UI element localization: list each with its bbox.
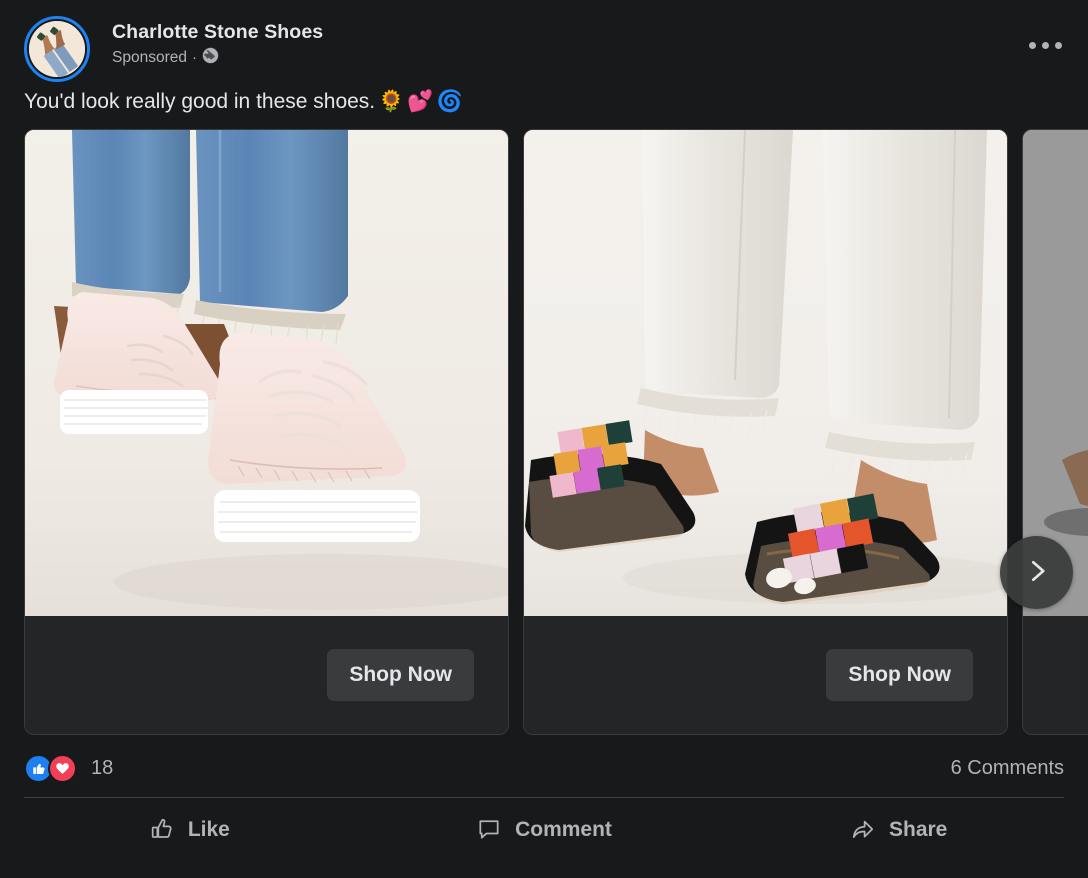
pink-sneakers-photo-icon [25,130,508,616]
like-label: Like [187,818,230,841]
comments-count[interactable]: 6 Comments [951,756,1064,780]
post-header: Charlotte Stone Shoes Sponsored · [0,0,1088,82]
weave-strap-back [549,420,633,498]
carousel-card[interactable]: Shop Now [523,129,1008,735]
like-button[interactable]: Like [12,798,367,862]
comment-button[interactable]: Comment [367,798,722,862]
avatar-image [29,21,85,77]
share-button[interactable]: Share [721,798,1076,862]
header-text-block: Charlotte Stone Shoes Sponsored · [112,18,323,69]
ad-carousel: Shop Now Shop Now [0,129,1088,735]
thumbs-up-outline-icon [149,816,175,845]
engagement-summary: 18 6 Comments [0,735,1088,797]
card-footer: Shop Now [524,616,1007,734]
carousel-track: Shop Now Shop Now [24,129,1088,735]
post-options-button[interactable] [1024,28,1066,62]
checkerboard-sandals-photo-icon [524,130,1007,616]
share-arrow-icon [850,816,876,845]
carousel-card[interactable]: Shop Now [24,129,509,735]
meta-separator: · [191,49,197,66]
heart-icon [48,753,77,783]
globe-icon [202,47,219,69]
card-image [25,130,508,616]
post-message: You'd look really good in these shoes. 🌻… [0,72,1088,129]
comment-label: Comment [515,818,612,841]
reaction-count: 18 [91,757,114,779]
cyclone-emoji-icon: 🌀 [436,90,463,113]
comment-bubble-icon [476,816,502,845]
two-hearts-emoji-icon: 💕 [407,90,434,113]
card-image [524,130,1007,616]
ellipsis-dot [1028,41,1036,49]
shop-now-button[interactable]: Shop Now [327,649,474,701]
post-action-bar: Like Comment Share [0,798,1088,862]
card-footer: Shop Now [1023,616,1088,734]
carousel-card[interactable]: Shop Now [1022,129,1088,735]
reaction-badges [24,753,77,783]
ellipsis-dot [1054,41,1062,49]
share-label: Share [888,818,948,841]
avatar[interactable] [24,16,90,82]
sunflower-emoji-icon: 🌻 [378,90,405,113]
post-message-text: You'd look really good in these shoes. [24,90,376,113]
reactions-summary[interactable]: 18 [24,753,114,783]
card-footer: Shop Now [25,616,508,734]
chevron-right-icon [1022,556,1052,589]
carousel-next-button[interactable] [1000,536,1073,609]
post-meta: Sponsored · [112,47,323,69]
shop-now-button[interactable]: Shop Now [826,649,973,701]
page-name[interactable]: Charlotte Stone Shoes [112,20,323,44]
sponsored-post: Charlotte Stone Shoes Sponsored · You'd [0,0,1088,878]
sponsored-label[interactable]: Sponsored [112,48,187,68]
ellipsis-dot [1041,41,1049,49]
page-avatar-icon [29,21,85,77]
